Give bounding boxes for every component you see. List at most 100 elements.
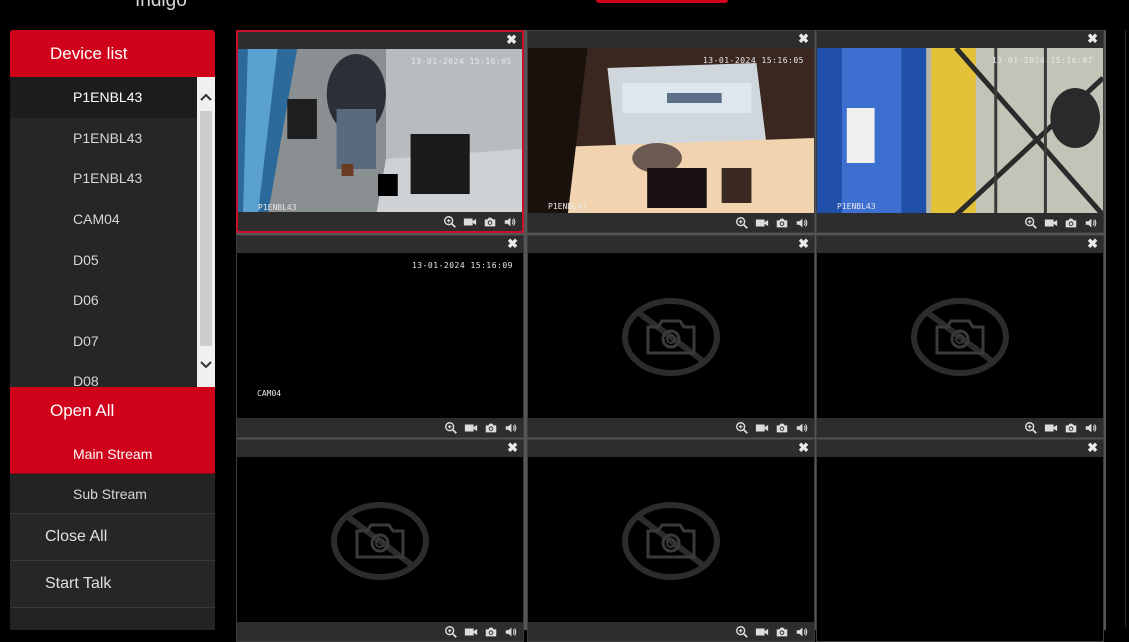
video-cell[interactable]: ✖ (816, 235, 1104, 438)
device-item[interactable]: D06 (10, 280, 197, 321)
no-signal-view (528, 457, 814, 624)
zoom-in-icon[interactable] (442, 215, 457, 229)
window-edge (1125, 30, 1129, 627)
cell-title-bar: ✖ (237, 440, 523, 457)
video-cell[interactable]: ✖ 13-01-2024 15:16:05 P1ENBL43 (236, 30, 524, 233)
feed-camera-name: CAM04 (257, 389, 282, 398)
close-icon[interactable]: ✖ (798, 237, 809, 251)
sidebar: Device list P1ENBL43 P1ENBL43 P1ENBL43 C… (10, 30, 215, 630)
device-list-header[interactable]: Device list (10, 30, 215, 77)
feed-timestamp: 13-01-2024 15:16:05 (410, 57, 512, 66)
record-icon[interactable] (1043, 421, 1058, 435)
snapshot-icon[interactable] (483, 421, 498, 435)
video-cell[interactable]: ✖ (527, 235, 815, 438)
record-icon[interactable] (462, 215, 477, 229)
close-icon[interactable]: ✖ (507, 441, 518, 455)
device-item[interactable]: D08 (10, 361, 197, 387)
camera-feed: 13-01-2024 15:16:09 CAM04 (237, 253, 523, 420)
close-icon[interactable]: ✖ (507, 237, 518, 251)
cell-title-bar: ✖ (817, 236, 1103, 253)
no-signal-view (237, 457, 523, 624)
chevron-up-icon[interactable] (197, 87, 215, 107)
video-cell[interactable]: ✖ 13-01-2024 15:16:09 CAM04 (236, 235, 524, 438)
start-talk-button[interactable]: Start Talk (10, 561, 215, 608)
brand-logo-text: Indigo (135, 0, 187, 11)
cell-control-bar (528, 213, 814, 232)
feed-camera-name: P1ENBL43 (258, 203, 297, 212)
cell-title-bar: ✖ (528, 31, 814, 48)
feed-camera-name: P1ENBL43 (548, 202, 587, 211)
video-cell[interactable]: ✖ (236, 439, 524, 642)
device-item[interactable]: P1ENBL43 (10, 158, 197, 199)
audio-icon[interactable] (1083, 216, 1098, 230)
camera-feed: 13-01-2024 15:16:05 P1ENBL43 (528, 48, 814, 215)
cell-title-bar: ✖ (528, 236, 814, 253)
no-camera-icon (621, 297, 721, 377)
feed-timestamp: 13-01-2024 15:16:09 (411, 261, 513, 270)
device-item[interactable]: D07 (10, 321, 197, 362)
snapshot-icon[interactable] (774, 216, 789, 230)
audio-icon[interactable] (502, 215, 517, 229)
close-all-button[interactable]: Close All (10, 514, 215, 561)
cell-control-bar (237, 622, 523, 641)
cell-control-bar (817, 213, 1103, 232)
no-signal-view (817, 253, 1103, 420)
record-icon[interactable] (1043, 216, 1058, 230)
cell-title-bar: ✖ (237, 236, 523, 253)
no-camera-icon (330, 501, 430, 581)
video-grid: ✖ 13-01-2024 15:16:05 P1ENBL43 ✖ 13-01-2024 … (236, 30, 1106, 642)
snapshot-icon[interactable] (774, 421, 789, 435)
record-icon[interactable] (463, 421, 478, 435)
top-tab-indicator (596, 0, 728, 3)
cell-title-bar: ✖ (238, 32, 522, 49)
feed-timestamp: 13-01-2024 15:16:07 (991, 56, 1093, 65)
zoom-in-icon[interactable] (734, 216, 749, 230)
snapshot-icon[interactable] (482, 215, 497, 229)
audio-icon[interactable] (503, 421, 518, 435)
cell-title-bar: ✖ (817, 440, 1103, 457)
close-icon[interactable]: ✖ (1087, 441, 1098, 455)
camera-feed: 13-01-2024 15:16:07 P1ENBL43 (817, 48, 1103, 215)
record-icon[interactable] (754, 216, 769, 230)
zoom-in-icon[interactable] (1023, 216, 1038, 230)
zoom-in-icon[interactable] (1023, 421, 1038, 435)
open-all-button[interactable]: Open All (10, 387, 215, 434)
device-item[interactable]: P1ENBL43 (10, 118, 197, 159)
chevron-down-icon[interactable] (197, 355, 215, 375)
device-item[interactable]: P1ENBL43 (10, 77, 197, 118)
close-icon[interactable]: ✖ (506, 33, 517, 47)
device-item[interactable]: D05 (10, 239, 197, 280)
device-item[interactable]: CAM04 (10, 199, 197, 240)
snapshot-icon[interactable] (1063, 216, 1078, 230)
video-cell[interactable]: ✖ 13-01-2024 15:16:07 P1ENBL43 (816, 30, 1104, 233)
device-list-scrollbar[interactable] (197, 77, 215, 387)
close-icon[interactable]: ✖ (1087, 32, 1098, 46)
cell-title-bar: ✖ (528, 440, 814, 457)
close-icon[interactable]: ✖ (798, 32, 809, 46)
record-icon[interactable] (754, 421, 769, 435)
audio-icon[interactable] (1083, 421, 1098, 435)
device-list: P1ENBL43 P1ENBL43 P1ENBL43 CAM04 D05 D06… (10, 77, 215, 387)
video-cell[interactable]: ✖ 13-01-2024 15:16:05 P1ENBL43 (527, 30, 815, 233)
close-icon[interactable]: ✖ (1087, 237, 1098, 251)
no-camera-icon (910, 297, 1010, 377)
sub-stream-option[interactable]: Sub Stream (10, 474, 215, 514)
cell-control-bar (237, 418, 523, 437)
close-icon[interactable]: ✖ (798, 441, 809, 455)
cell-title-bar: ✖ (817, 31, 1103, 48)
cell-control-bar (528, 622, 814, 641)
snapshot-icon[interactable] (1063, 421, 1078, 435)
zoom-in-icon[interactable] (443, 421, 458, 435)
cell-control-bar (238, 212, 522, 231)
cell-control-bar (817, 418, 1103, 437)
video-cell[interactable]: ✖ (816, 439, 1104, 642)
audio-icon[interactable] (794, 216, 809, 230)
main-stream-option[interactable]: Main Stream (10, 434, 215, 474)
no-signal-view (528, 253, 814, 420)
scroll-thumb[interactable] (200, 111, 212, 346)
video-cell[interactable]: ✖ (527, 439, 815, 642)
feed-timestamp: 13-01-2024 15:16:05 (702, 56, 804, 65)
zoom-in-icon[interactable] (734, 421, 749, 435)
audio-icon[interactable] (794, 421, 809, 435)
no-camera-icon (621, 501, 721, 581)
